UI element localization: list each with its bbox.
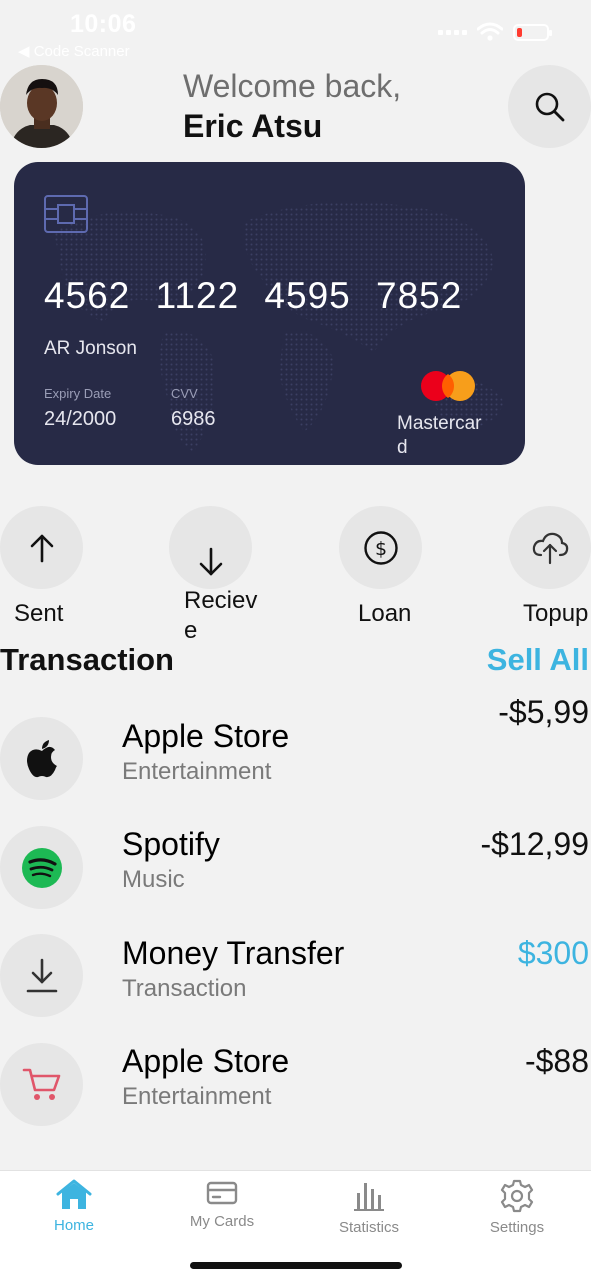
apple-icon	[26, 739, 57, 777]
back-to-app-link[interactable]: ◀ Code Scanner	[18, 42, 130, 60]
topup-label: Topup	[523, 600, 589, 627]
see-all-link[interactable]: Sell All	[487, 642, 589, 678]
card-icon	[206, 1181, 238, 1205]
transaction-icon	[0, 826, 83, 909]
transaction-name: Apple Store	[122, 1043, 290, 1079]
tab-label: Settings	[489, 1219, 545, 1236]
tab-label: My Cards	[189, 1213, 255, 1230]
transaction-amount: -$88	[524, 1043, 589, 1079]
cloud-upload-icon	[532, 532, 568, 564]
bar-chart-icon	[354, 1183, 384, 1211]
transaction-amount: $300	[517, 935, 589, 971]
tab-my-cards[interactable]: My Cards	[157, 1179, 287, 1249]
tab-statistics[interactable]: Statistics	[304, 1179, 434, 1249]
transaction-name: Money Transfer	[122, 935, 345, 971]
status-time: 10:06	[70, 10, 137, 38]
tab-settings[interactable]: Settings	[452, 1179, 582, 1249]
expiry-value: 24/2000	[44, 408, 117, 430]
receive-button[interactable]	[169, 506, 252, 589]
dollar-circle-icon: $	[363, 530, 398, 565]
sent-button[interactable]	[0, 506, 83, 589]
welcome-text: Welcome back,	[183, 68, 402, 104]
download-icon	[26, 958, 57, 992]
loan-label: Loan	[358, 600, 412, 627]
credit-card[interactable]: 4562 1122 4595 7852 AR Jonson Expiry Dat…	[14, 162, 525, 465]
transaction-icon	[0, 934, 83, 1017]
status-icons	[438, 22, 552, 42]
transaction-icon	[0, 1043, 83, 1126]
transaction-category: Music	[122, 866, 185, 893]
transaction-icon	[0, 717, 83, 800]
cart-icon	[22, 1068, 60, 1100]
battery-icon	[513, 23, 552, 41]
wifi-icon	[477, 22, 503, 41]
topup-button[interactable]	[508, 506, 591, 589]
avatar[interactable]	[0, 65, 83, 148]
card-holder: AR Jonson	[44, 338, 137, 359]
cvv-label: CVV	[171, 386, 198, 401]
home-indicator	[190, 1262, 402, 1269]
card-brand: Mastercard	[397, 413, 482, 458]
svg-text:$: $	[374, 538, 386, 560]
loan-button[interactable]: $	[339, 506, 422, 589]
transaction-category: Entertainment	[122, 1083, 272, 1110]
arrow-up-icon	[30, 534, 53, 562]
transactions-title: Transaction	[0, 642, 174, 677]
signal-icon	[438, 29, 467, 35]
tab-home[interactable]: Home	[9, 1179, 139, 1249]
transaction-category: Entertainment	[122, 758, 272, 785]
mastercard-logo-icon	[421, 371, 475, 401]
search-icon	[535, 92, 564, 121]
card-number: 4562 1122 4595 7852	[44, 275, 463, 316]
card-chip-icon	[44, 195, 88, 233]
home-icon	[56, 1179, 92, 1209]
transaction-name: Apple Store	[122, 718, 290, 754]
transaction-amount: -$5,99	[498, 694, 589, 730]
transaction-category: Transaction	[122, 975, 247, 1002]
receive-label: Recieve	[184, 587, 258, 644]
expiry-label: Expiry Date	[44, 386, 112, 401]
gear-icon	[500, 1179, 534, 1213]
sent-label: Sent	[14, 600, 64, 627]
user-name: Eric Atsu	[183, 108, 323, 144]
search-button[interactable]	[508, 65, 591, 148]
tab-label: Statistics	[338, 1219, 399, 1236]
tab-label: Home	[53, 1217, 94, 1234]
cvv-value: 6986	[171, 408, 216, 430]
arrow-down-icon	[199, 547, 222, 575]
transaction-amount: -$12,99	[480, 826, 589, 862]
spotify-icon	[21, 847, 62, 888]
transaction-name: Spotify	[122, 826, 220, 862]
